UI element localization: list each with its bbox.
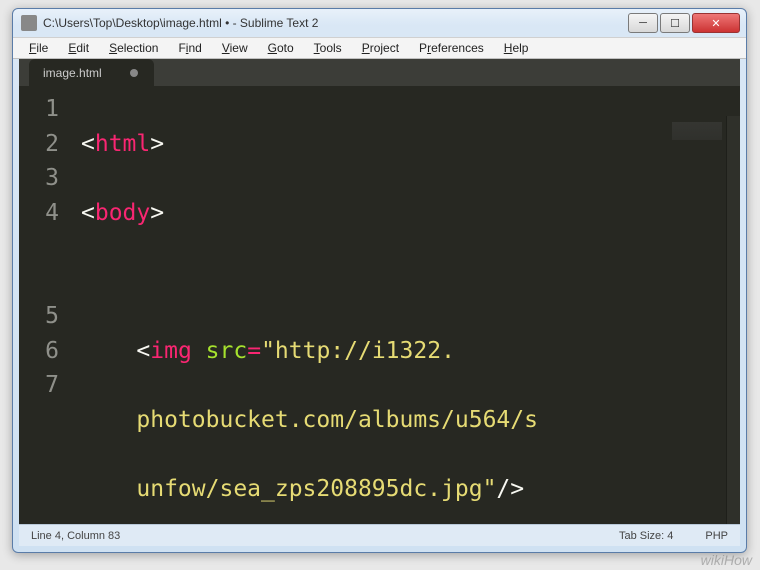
gutter: 1 2 3 4 5 6 7 — [19, 86, 69, 524]
tab-label: image.html — [43, 66, 102, 80]
window-controls: ─ ☐ ✕ — [628, 13, 740, 33]
watermark: wikiHow — [701, 552, 752, 568]
vertical-scrollbar[interactable] — [726, 116, 740, 524]
tab-image-html[interactable]: image.html — [29, 59, 154, 86]
line-number: 2 — [19, 127, 59, 162]
line-number: 6 — [19, 334, 59, 369]
tab-row: image.html — [19, 59, 740, 86]
tab-size[interactable]: Tab Size: 4 — [619, 530, 673, 542]
maximize-button[interactable]: ☐ — [660, 13, 690, 33]
menu-selection[interactable]: Selection — [99, 39, 168, 57]
menu-project[interactable]: Project — [352, 39, 409, 57]
minimize-button[interactable]: ─ — [628, 13, 658, 33]
line-number: 7 — [19, 368, 59, 403]
menu-tools[interactable]: Tools — [304, 39, 352, 57]
statusbar: Line 4, Column 83 Tab Size: 4 PHP — [19, 524, 740, 546]
syntax-language[interactable]: PHP — [705, 530, 728, 542]
menu-file[interactable]: File — [19, 39, 58, 57]
app-icon — [21, 15, 37, 31]
menu-find[interactable]: Find — [168, 39, 211, 57]
window-title: C:\Users\Top\Desktop\image.html • - Subl… — [43, 16, 628, 30]
app-window: C:\Users\Top\Desktop\image.html • - Subl… — [12, 8, 747, 553]
menubar: File Edit Selection Find View Goto Tools… — [13, 37, 746, 59]
line-number: 1 — [19, 92, 59, 127]
dirty-indicator-icon — [130, 69, 138, 77]
minimap[interactable] — [672, 122, 722, 140]
code-area[interactable]: 1 2 3 4 5 6 7 <html> <body> <img src="ht… — [19, 86, 740, 524]
menu-view[interactable]: View — [212, 39, 258, 57]
menu-help[interactable]: Help — [494, 39, 539, 57]
line-number: 5 — [19, 299, 59, 334]
titlebar[interactable]: C:\Users\Top\Desktop\image.html • - Subl… — [13, 9, 746, 37]
menu-preferences[interactable]: Preferences — [409, 39, 494, 57]
menu-goto[interactable]: Goto — [258, 39, 304, 57]
close-button[interactable]: ✕ — [692, 13, 740, 33]
menu-edit[interactable]: Edit — [58, 39, 99, 57]
code-content[interactable]: <html> <body> <img src="http://i1322. ph… — [69, 86, 740, 524]
editor-area: image.html 1 2 3 4 5 6 7 <html> <body> <… — [19, 59, 740, 524]
line-number: 4 — [19, 196, 59, 231]
line-number: 3 — [19, 161, 59, 196]
cursor-position[interactable]: Line 4, Column 83 — [31, 530, 120, 542]
